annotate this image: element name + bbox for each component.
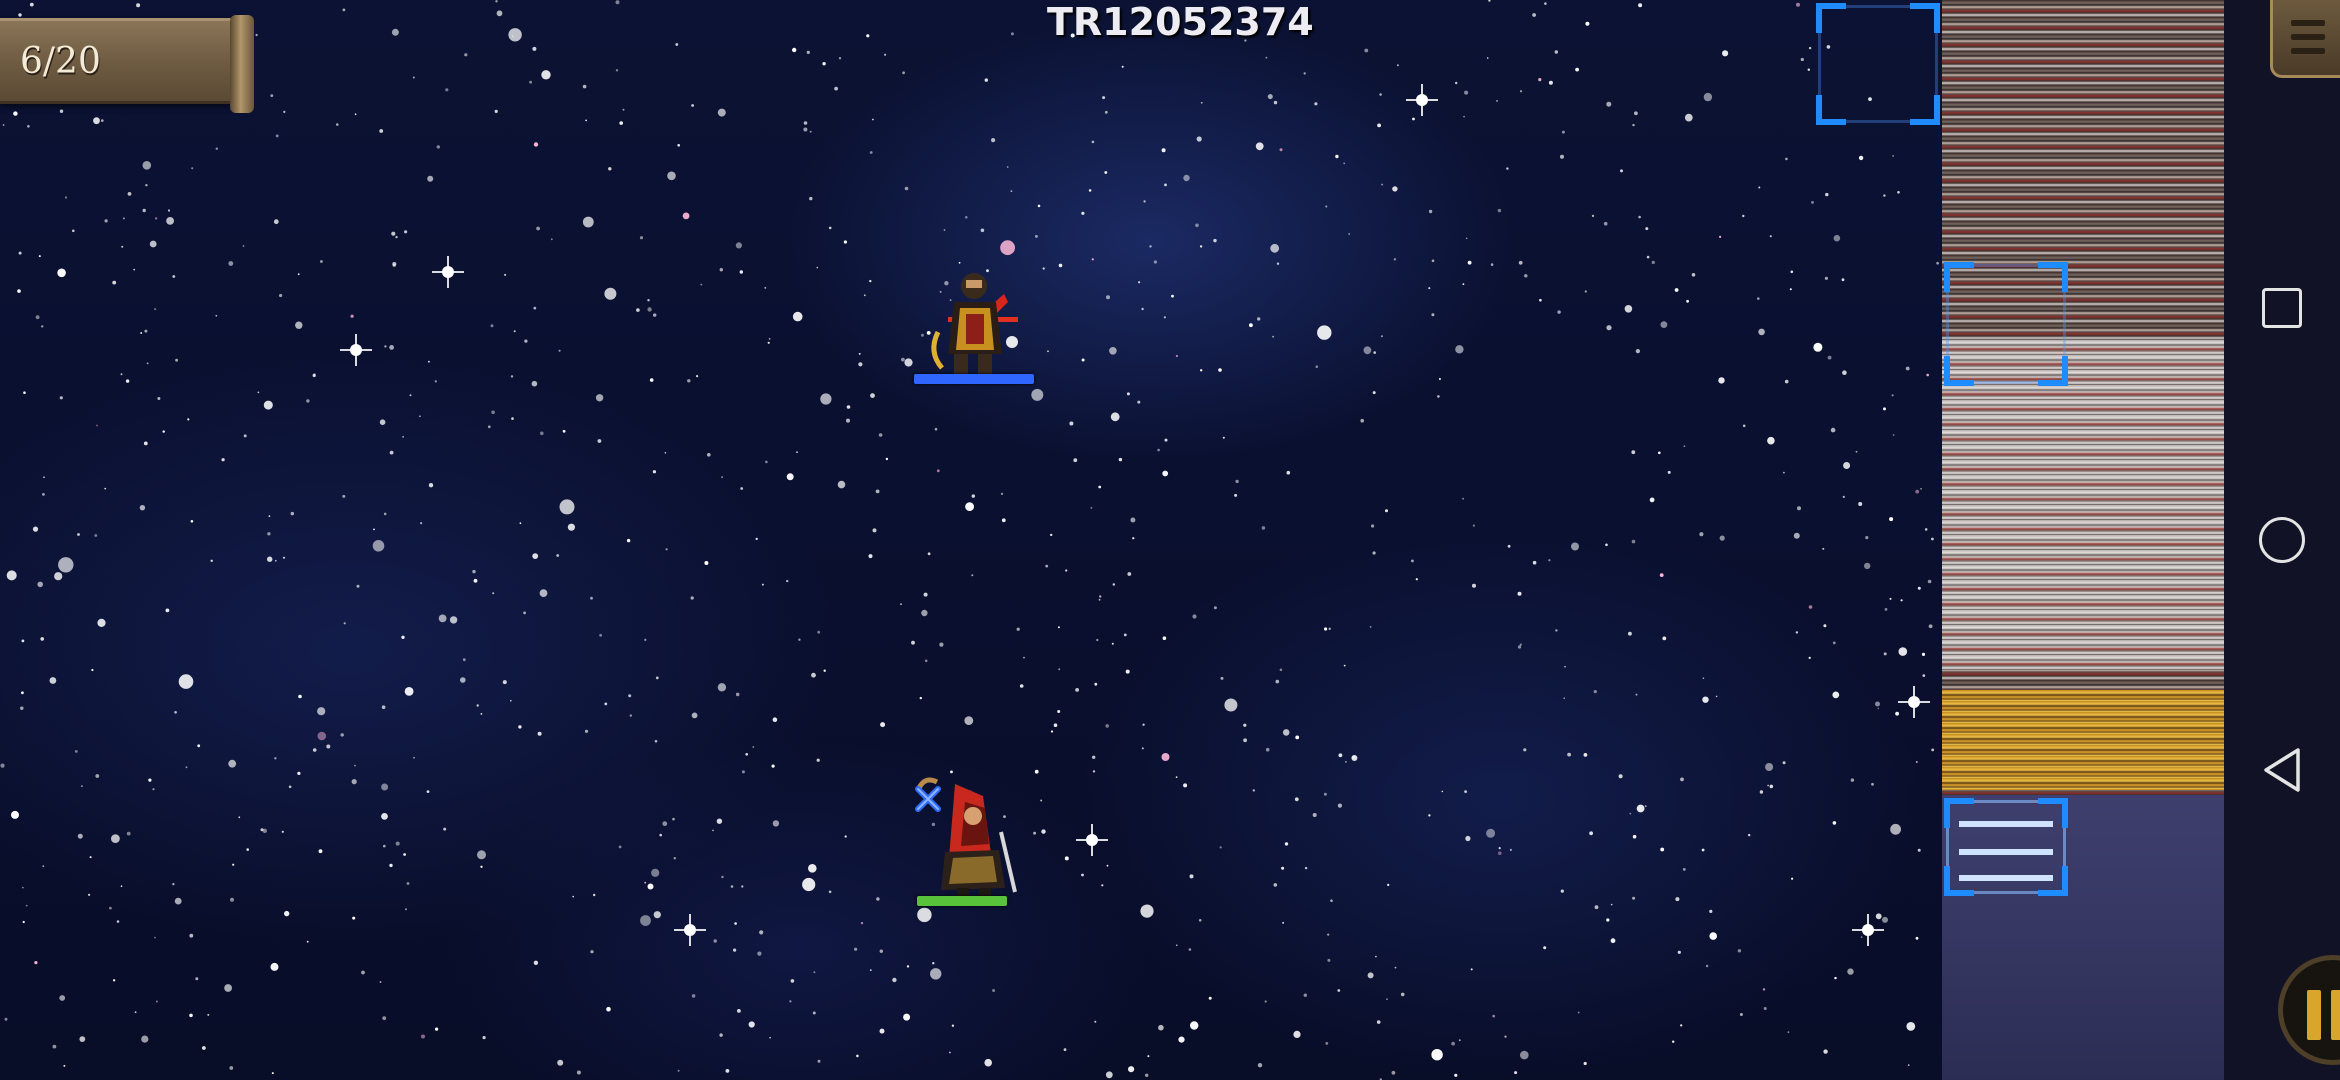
scroll-rod [230,15,254,113]
player-hp-bar [917,896,1007,906]
panel-texture-gray [1942,340,2224,670]
starfield-background [0,0,1939,1080]
panel-texture-gold [1942,690,2224,790]
recents-button[interactable] [2254,280,2310,336]
pause-bar-right [2331,990,2340,1040]
pause-bar-left [2307,990,2321,1040]
side-panel [1942,0,2224,1080]
x-marker-icon [915,786,941,812]
enemy-general-unit[interactable] [908,262,1038,392]
menu-icon[interactable] [2270,0,2340,78]
enemy-general-sprite [931,273,1018,376]
system-navigation-bar [2224,0,2340,1080]
ladder-slot-frame[interactable] [1944,798,2068,896]
home-button[interactable] [2254,512,2310,568]
back-button[interactable] [2254,742,2310,798]
enemy-hp-bar [914,374,1034,384]
room-code: TR12052374 [1047,0,1314,44]
circle-icon [2259,517,2305,563]
wave-counter-text: 6/20 [20,40,101,82]
unit-slot-frame-2[interactable] [1944,262,2068,386]
wave-counter: 6/20 [0,15,254,113]
game-battlefield[interactable]: 6/20 TR12052374 [0,0,1942,1080]
unit-slot-frame-1[interactable] [1816,3,1940,125]
player-hero-unit[interactable] [905,772,1035,912]
triangle-back-icon [2264,748,2300,792]
square-icon [2262,288,2302,328]
